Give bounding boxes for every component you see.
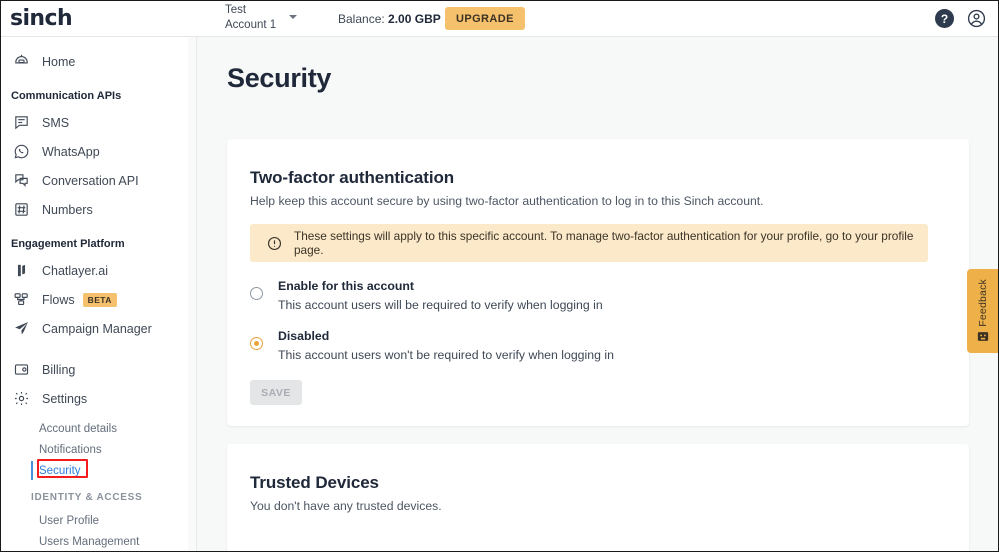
sidebar-group-title-identity: IDENTITY & ACCESS [31, 492, 143, 503]
sidebar-subitem-label: Account details [39, 422, 117, 435]
radio-option-description: This account users won't be required to … [278, 348, 614, 362]
sidebar-item-label: Campaign Manager [42, 321, 152, 336]
two-factor-subheading: Help keep this account secure by using t… [250, 194, 764, 208]
sidebar-subitem-user-profile[interactable]: User Profile [1, 510, 196, 531]
campaign-icon [11, 319, 31, 339]
sidebar-subitem-label: Notifications [39, 443, 102, 456]
help-circle-icon[interactable]: ? [935, 9, 954, 28]
sidebar-item-label: Home [42, 54, 76, 69]
trusted-devices-heading: Trusted Devices [250, 473, 379, 492]
sidebar-item-label: Conversation API [42, 173, 139, 188]
whatsapp-icon [11, 142, 31, 162]
sinch-logo[interactable]: sinch [10, 6, 73, 31]
feedback-smiley-icon [976, 330, 990, 343]
sidebar-item-chatlayer[interactable]: Chatlayer.ai [1, 256, 196, 285]
sidebar-item-campaign-manager[interactable]: Campaign Manager [1, 314, 196, 343]
upgrade-button[interactable]: UPGRADE [445, 7, 525, 30]
radio-button-selected-icon[interactable] [250, 337, 263, 350]
sidebar-item-sms[interactable]: SMS [1, 108, 196, 137]
sidebar-subitem-label: Users Management [39, 535, 140, 548]
flows-icon [11, 290, 31, 310]
home-icon [11, 52, 31, 72]
sidebar-item-numbers[interactable]: Numbers [1, 195, 196, 224]
radio-option-title: Disabled [278, 329, 330, 343]
page-title: Security [227, 63, 332, 93]
sidebar-item-flows[interactable]: Flows BETA [1, 285, 196, 314]
main-content: Security Two-factor authentication Help … [197, 37, 998, 551]
sms-icon [11, 113, 31, 133]
trusted-devices-subheading: You don't have any trusted devices. [250, 499, 442, 513]
sidebar-item-conversation-api[interactable]: Conversation API [1, 166, 196, 195]
sidebar-subitem-security[interactable]: Security [1, 460, 196, 481]
sidebar-subitem-account-details[interactable]: Account details [1, 418, 196, 439]
account-circle-icon[interactable] [967, 9, 986, 28]
radio-option-title: Enable for this account [278, 279, 414, 293]
settings-gear-icon [11, 389, 31, 409]
top-bar: sinch Test Account 1 Balance: 2.00 GBP U… [1, 1, 998, 37]
billing-icon [11, 360, 31, 380]
two-factor-card: Two-factor authentication Help keep this… [227, 139, 969, 426]
two-factor-heading: Two-factor authentication [250, 168, 455, 187]
topbar-icon-group: ? [935, 9, 986, 28]
sidebar-navigation[interactable]: Home Communication APIs SMS WhatsApp Con… [1, 37, 197, 551]
balance-value: 2.00 GBP [388, 12, 441, 26]
sidebar-item-label: Chatlayer.ai [42, 263, 109, 278]
radio-option-disabled[interactable]: Disabled This account users won't be req… [250, 329, 614, 362]
sidebar-item-label: WhatsApp [42, 144, 100, 159]
sidebar-subitem-notifications[interactable]: Notifications [1, 439, 196, 460]
sidebar-item-whatsapp[interactable]: WhatsApp [1, 137, 196, 166]
save-button[interactable]: SAVE [250, 380, 302, 405]
balance-label: Balance: [338, 12, 385, 26]
beta-badge: BETA [82, 292, 117, 307]
sidebar-subitem-label: Security [39, 464, 81, 477]
two-factor-notice-banner: These settings will apply to this specif… [250, 224, 928, 262]
account-selector[interactable]: Test Account 1 [225, 3, 297, 33]
balance-display: Balance: 2.00 GBP [338, 12, 441, 26]
radio-option-description: This account users will be required to v… [278, 298, 603, 312]
sidebar-subitem-label: User Profile [39, 514, 100, 527]
sidebar-subitem-users-management[interactable]: Users Management [1, 531, 196, 551]
sidebar-group-title-engagement: Engagement Platform [11, 238, 125, 250]
sidebar-item-settings[interactable]: Settings [1, 384, 196, 413]
sidebar-scrollbar-track[interactable] [188, 37, 196, 551]
conversation-icon [11, 171, 31, 191]
alert-circle-icon [267, 236, 282, 251]
trusted-devices-card: Trusted Devices You don't have any trust… [227, 444, 969, 551]
sidebar-item-label: Billing [42, 362, 76, 377]
sidebar-item-label: SMS [42, 115, 70, 130]
sidebar-item-label: Flows [42, 292, 75, 307]
account-name: Test Account 1 [225, 4, 277, 31]
chevron-down-icon[interactable] [289, 15, 297, 19]
numbers-icon [11, 200, 31, 220]
chatlayer-icon [11, 261, 31, 281]
sidebar-item-label: Numbers [42, 202, 93, 217]
application-window: sinch Test Account 1 Balance: 2.00 GBP U… [0, 0, 999, 552]
feedback-tab[interactable]: Feedback [967, 269, 998, 353]
sidebar-item-label: Settings [42, 391, 88, 406]
sidebar-group-title-communication: Communication APIs [11, 90, 122, 102]
feedback-label: Feedback [976, 278, 989, 327]
sidebar-item-home[interactable]: Home [1, 47, 196, 76]
sidebar-item-billing[interactable]: Billing [1, 355, 196, 384]
notice-text: These settings will apply to this specif… [294, 229, 914, 257]
radio-button-unselected-icon[interactable] [250, 287, 263, 300]
radio-option-enable[interactable]: Enable for this account This account use… [250, 279, 603, 312]
